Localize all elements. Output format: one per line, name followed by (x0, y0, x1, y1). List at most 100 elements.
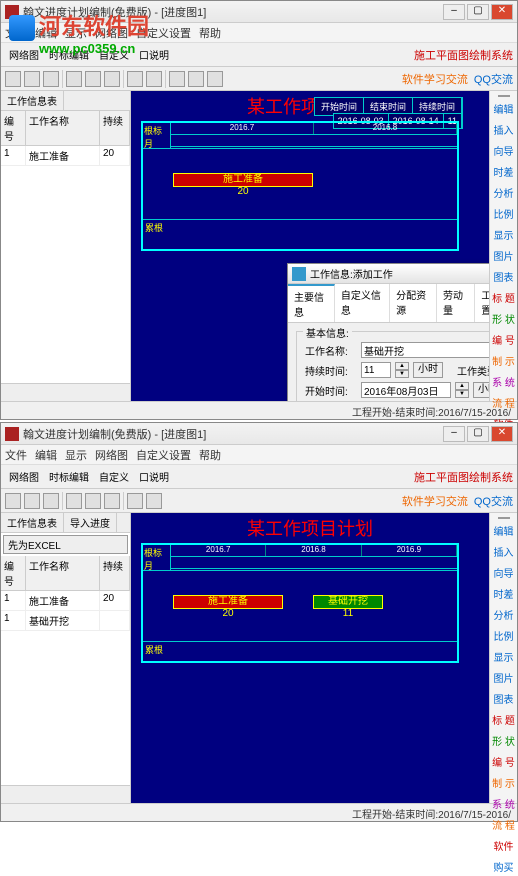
maximize-button[interactable]: ▢ (467, 426, 489, 442)
table-row[interactable]: 1 基础开挖 (1, 611, 130, 631)
duration-hour-button[interactable]: 小时 (413, 362, 443, 378)
r-insert[interactable]: 插入 (492, 542, 515, 561)
new-icon[interactable] (5, 493, 21, 509)
r-chart[interactable]: 图表 (492, 689, 515, 708)
link-qq[interactable]: QQ交流 (474, 493, 513, 509)
undo-icon[interactable] (127, 71, 143, 87)
menu-file[interactable]: 文件 (5, 447, 27, 462)
export-excel-button[interactable]: 先为EXCEL (3, 535, 128, 554)
duration-input[interactable] (361, 362, 391, 378)
task-bar-2[interactable]: 基础开挖 11 (313, 595, 383, 609)
r-make[interactable]: 制 示 (492, 351, 515, 370)
redo-icon[interactable] (146, 71, 162, 87)
tab-workinfo[interactable]: 工作信息表 (1, 513, 64, 532)
link-study[interactable]: 软件学习交流 (402, 493, 468, 509)
link-qq[interactable]: QQ交流 (474, 71, 513, 87)
r-title[interactable]: 标 题 (492, 288, 515, 307)
dtab-custom[interactable]: 自定义信息 (335, 284, 390, 322)
r-guide[interactable]: 向导 (492, 141, 515, 160)
close-button[interactable]: ✕ (491, 426, 513, 442)
copy-icon[interactable] (85, 493, 101, 509)
zoom-out-icon[interactable] (188, 71, 204, 87)
minimize-button[interactable]: – (443, 4, 465, 20)
save-icon[interactable] (43, 493, 59, 509)
r-analyze[interactable]: 分析 (492, 183, 515, 202)
r-software[interactable]: 软件 (492, 836, 515, 855)
task-bar-1[interactable]: 施工准备 20 (173, 173, 313, 187)
r-scale[interactable]: 比例 (492, 626, 515, 645)
month-2: 2016.9 (362, 545, 457, 556)
duration-spinner[interactable]: ▲▼ (395, 362, 409, 378)
toolbar-net[interactable]: 网络图 (5, 467, 43, 486)
toolbar-doc[interactable]: 口说明 (135, 467, 173, 486)
r-show[interactable]: 显示 (492, 647, 515, 666)
toolbar-custom[interactable]: 自定义 (95, 467, 133, 486)
table-row[interactable]: 1 施工准备 20 (1, 146, 130, 166)
save-icon[interactable] (43, 71, 59, 87)
link-plan-system[interactable]: 施工平面图绘制系统 (414, 469, 513, 485)
close-button[interactable]: ✕ (491, 4, 513, 20)
dtab-labor[interactable]: 劳动量 (437, 284, 475, 322)
link-plan-system[interactable]: 施工平面图绘制系统 (414, 47, 513, 63)
r-slack[interactable]: 时差 (492, 162, 515, 181)
dtab-setting[interactable]: 工作设置 (475, 284, 489, 322)
arrow-tool-icon[interactable] (498, 95, 510, 97)
menu-view[interactable]: 显示 (65, 447, 87, 462)
redo-icon[interactable] (146, 493, 162, 509)
print-icon[interactable] (207, 71, 223, 87)
zoom-in-icon[interactable] (169, 71, 185, 87)
link-study[interactable]: 软件学习交流 (402, 71, 468, 87)
r-analyze[interactable]: 分析 (492, 605, 515, 624)
menu-edit[interactable]: 编辑 (35, 447, 57, 462)
r-buy[interactable]: 购买 (492, 857, 515, 876)
r-guide[interactable]: 向导 (492, 563, 515, 582)
r-system[interactable]: 系 统 (492, 372, 515, 391)
r-image[interactable]: 图片 (492, 668, 515, 687)
open-icon[interactable] (24, 71, 40, 87)
gantt-chart[interactable]: 根标月 2016.7 2016.8 2016.9 施工准备 20 (141, 543, 459, 663)
toolbar-bar[interactable]: 时标编辑 (45, 467, 93, 486)
arrow-tool-icon[interactable] (498, 517, 510, 519)
task-bar-1[interactable]: 施工准备 20 (173, 595, 283, 609)
r-edit[interactable]: 编辑 (492, 521, 515, 540)
r-image[interactable]: 图片 (492, 246, 515, 265)
dtab-resource[interactable]: 分配资源 (390, 284, 437, 322)
r-slack[interactable]: 时差 (492, 584, 515, 603)
r-number[interactable]: 编 号 (492, 752, 515, 771)
menu-network[interactable]: 网络图 (95, 447, 128, 462)
r-insert[interactable]: 插入 (492, 120, 515, 139)
canvas-area[interactable]: 某工作项目计划 开始时间 结束时间 持续时间 2016-08-03 2016-0… (131, 91, 489, 401)
tab-workinfo[interactable]: 工作信息表 (1, 91, 64, 110)
r-shape[interactable]: 形 状 (492, 731, 515, 750)
r-chart[interactable]: 图表 (492, 267, 515, 286)
table-row[interactable]: 1 施工准备 20 (1, 591, 130, 611)
maximize-button[interactable]: ▢ (467, 4, 489, 20)
new-icon[interactable] (5, 71, 21, 87)
copy-icon[interactable] (85, 71, 101, 87)
tab-import[interactable]: 导入进度 (64, 513, 117, 532)
open-icon[interactable] (24, 493, 40, 509)
r-number[interactable]: 编 号 (492, 330, 515, 349)
r-show[interactable]: 显示 (492, 225, 515, 244)
menu-help[interactable]: 帮助 (199, 447, 221, 462)
dtab-main[interactable]: 主要信息 (288, 284, 335, 322)
name-input[interactable] (361, 342, 489, 358)
cut-icon[interactable] (66, 493, 82, 509)
menu-help[interactable]: 帮助 (199, 25, 221, 40)
canvas-area[interactable]: 某工作项目计划 根标月 2016.7 2016.8 2016.9 (131, 513, 489, 803)
start-spinner[interactable]: ▲▼ (455, 382, 469, 398)
paste-icon[interactable] (104, 71, 120, 87)
start-input[interactable] (361, 382, 451, 398)
menu-custom[interactable]: 自定义设置 (136, 447, 191, 462)
minimize-button[interactable]: – (443, 426, 465, 442)
paste-icon[interactable] (104, 493, 120, 509)
r-scale[interactable]: 比例 (492, 204, 515, 223)
gantt-chart[interactable]: 根标月 2016.7 2016.8 施工准备 20 累根 (141, 121, 459, 251)
r-shape[interactable]: 形 状 (492, 309, 515, 328)
r-make[interactable]: 制 示 (492, 773, 515, 792)
cut-icon[interactable] (66, 71, 82, 87)
r-title[interactable]: 标 题 (492, 710, 515, 729)
start-hour-button[interactable]: 小时 (473, 382, 489, 398)
r-edit[interactable]: 编辑 (492, 99, 515, 118)
undo-icon[interactable] (127, 493, 143, 509)
